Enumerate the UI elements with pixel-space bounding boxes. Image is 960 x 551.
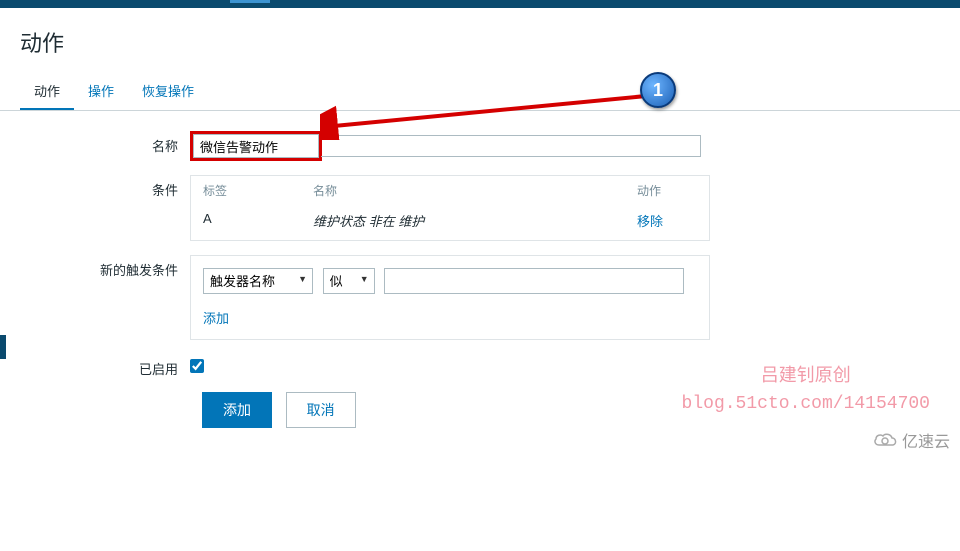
callout-badge: 1 bbox=[640, 72, 676, 108]
trigger-op-select[interactable]: 似 bbox=[323, 268, 375, 294]
row-trigger: 新的触发条件 触发器名称 似 添加 bbox=[20, 255, 940, 340]
name-highlight-box bbox=[190, 131, 322, 161]
name-input[interactable] bbox=[193, 134, 319, 158]
page-title: 动作 bbox=[0, 8, 960, 73]
cancel-button[interactable]: 取消 bbox=[286, 392, 356, 428]
enabled-label: 已启用 bbox=[20, 354, 190, 378]
name-input-extension[interactable] bbox=[321, 135, 701, 157]
cond-header-name: 名称 bbox=[313, 182, 637, 199]
callout-number: 1 bbox=[653, 80, 663, 101]
tab-operation[interactable]: 操作 bbox=[74, 73, 128, 110]
trigger-label: 新的触发条件 bbox=[20, 255, 190, 279]
watermark-line1: 吕建钊原创 bbox=[682, 364, 930, 391]
enabled-checkbox[interactable] bbox=[190, 359, 204, 373]
row-name: 名称 bbox=[20, 131, 940, 161]
tabs: 动作 操作 恢复操作 bbox=[0, 73, 960, 111]
logo-text: 亿速云 bbox=[902, 428, 950, 452]
top-bar bbox=[0, 0, 960, 8]
left-stub bbox=[0, 335, 6, 359]
add-condition-link[interactable]: 添加 bbox=[203, 308, 229, 327]
trigger-type-select[interactable]: 触发器名称 bbox=[203, 268, 313, 294]
remove-link[interactable]: 移除 bbox=[637, 211, 697, 230]
cloud-icon bbox=[872, 431, 898, 449]
row-conditions: 条件 标签 名称 动作 A 维护状态 非在 维护 移除 bbox=[20, 175, 940, 241]
cond-tag: A bbox=[203, 211, 313, 230]
conditions-label: 条件 bbox=[20, 175, 190, 199]
conditions-table: 标签 名称 动作 A 维护状态 非在 维护 移除 bbox=[190, 175, 710, 241]
site-logo: 亿速云 bbox=[872, 428, 950, 452]
cond-name: 维护状态 非在 维护 bbox=[313, 211, 637, 230]
trigger-box: 触发器名称 似 添加 bbox=[190, 255, 710, 340]
cond-header-action: 动作 bbox=[637, 182, 697, 199]
table-row: A 维护状态 非在 维护 移除 bbox=[191, 205, 709, 240]
add-button[interactable]: 添加 bbox=[202, 392, 272, 428]
cond-header-tag: 标签 bbox=[203, 182, 313, 199]
tab-recovery[interactable]: 恢复操作 bbox=[128, 73, 208, 110]
name-label: 名称 bbox=[20, 131, 190, 155]
trigger-value-input[interactable] bbox=[384, 268, 684, 294]
watermark: 吕建钊原创 blog.51cto.com/14154700 bbox=[682, 364, 930, 418]
tab-action[interactable]: 动作 bbox=[20, 73, 74, 110]
watermark-line2: blog.51cto.com/14154700 bbox=[682, 391, 930, 418]
